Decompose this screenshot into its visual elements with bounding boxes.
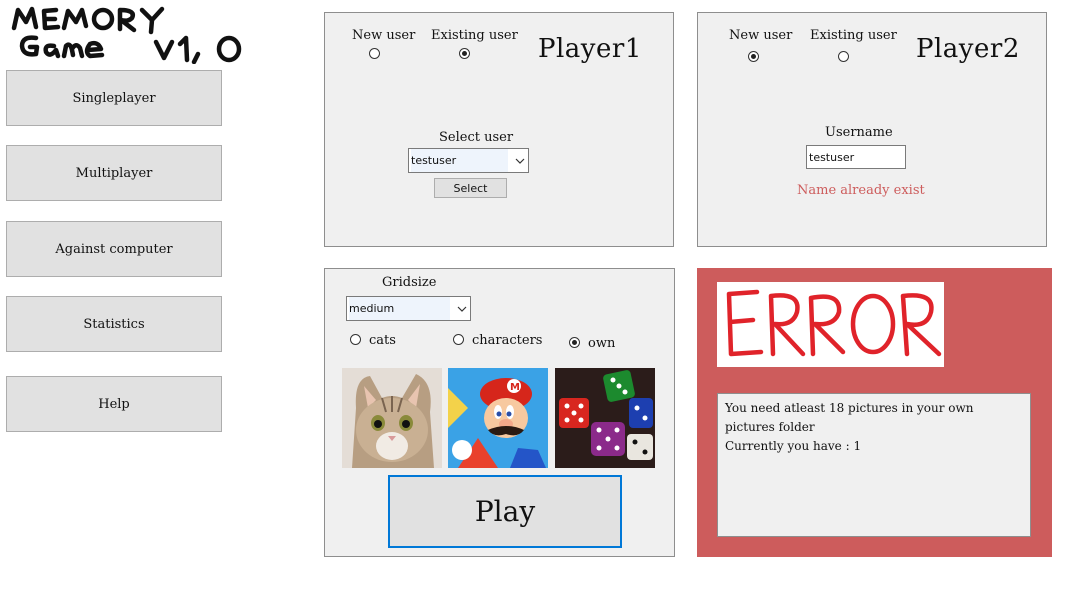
- player1-select-user-label: Select user: [439, 130, 514, 145]
- chevron-down-icon: [454, 297, 470, 320]
- gridsize-label: Gridsize: [382, 275, 437, 290]
- dice-thumbnail[interactable]: [555, 368, 655, 468]
- player1-existing-user-radio[interactable]: [459, 48, 470, 59]
- player2-title: Player2: [916, 34, 1020, 64]
- mario-thumbnail[interactable]: M: [448, 368, 548, 468]
- statistics-label: Statistics: [83, 316, 145, 332]
- player2-existing-user-label: Existing user: [810, 28, 897, 43]
- player2-error-message: Name already exist: [797, 183, 925, 198]
- player1-new-user-radio[interactable]: [369, 48, 380, 59]
- player2-username-label: Username: [825, 125, 893, 140]
- cat-thumbnail[interactable]: [342, 368, 442, 468]
- app-logo: [11, 6, 242, 64]
- error-message-line-2: pictures folder: [725, 420, 815, 434]
- player1-existing-user-label: Existing user: [431, 28, 518, 43]
- theme-cats-label: cats: [369, 333, 396, 348]
- player1-user-select[interactable]: testuser: [408, 148, 529, 173]
- multiplayer-label: Multiplayer: [75, 165, 153, 181]
- theme-cats-radio[interactable]: [350, 334, 361, 345]
- player2-new-user-label: New user: [729, 28, 793, 43]
- theme-characters-label: characters: [472, 333, 543, 348]
- theme-own-label: own: [588, 336, 616, 351]
- help-label: Help: [98, 396, 130, 412]
- against-computer-button[interactable]: Against computer: [6, 221, 222, 277]
- help-button[interactable]: Help: [6, 376, 222, 432]
- gridsize-select[interactable]: medium: [346, 296, 471, 321]
- theme-own-radio[interactable]: [569, 337, 580, 348]
- player1-user-select-value: testuser: [411, 149, 508, 172]
- multiplayer-button[interactable]: Multiplayer: [6, 145, 222, 201]
- play-button-label: Play: [474, 495, 536, 528]
- singleplayer-label: Singleplayer: [72, 90, 156, 106]
- player1-select-button[interactable]: Select: [434, 178, 507, 198]
- statistics-button[interactable]: Statistics: [6, 296, 222, 352]
- singleplayer-button[interactable]: Singleplayer: [6, 70, 222, 126]
- player1-new-user-label: New user: [352, 28, 416, 43]
- player2-username-value: testuser: [809, 150, 855, 164]
- error-message-line-1: You need atleast 18 pictures in your own: [725, 401, 974, 415]
- error-message-line-3: Currently you have : 1: [725, 439, 862, 453]
- error-image: [717, 282, 944, 367]
- theme-characters-radio[interactable]: [453, 334, 464, 345]
- error-message-box: You need atleast 18 pictures in your own…: [717, 393, 1031, 537]
- svg-text:M: M: [510, 382, 520, 393]
- player2-existing-user-radio[interactable]: [838, 51, 849, 62]
- gridsize-select-value: medium: [349, 297, 450, 320]
- player1-title: Player1: [538, 34, 642, 64]
- chevron-down-icon: [512, 149, 528, 172]
- player2-new-user-radio[interactable]: [748, 51, 759, 62]
- player1-select-button-label: Select: [453, 181, 488, 195]
- against-computer-label: Against computer: [55, 241, 173, 257]
- player2-username-input[interactable]: testuser: [806, 145, 906, 169]
- play-button[interactable]: Play: [388, 475, 622, 548]
